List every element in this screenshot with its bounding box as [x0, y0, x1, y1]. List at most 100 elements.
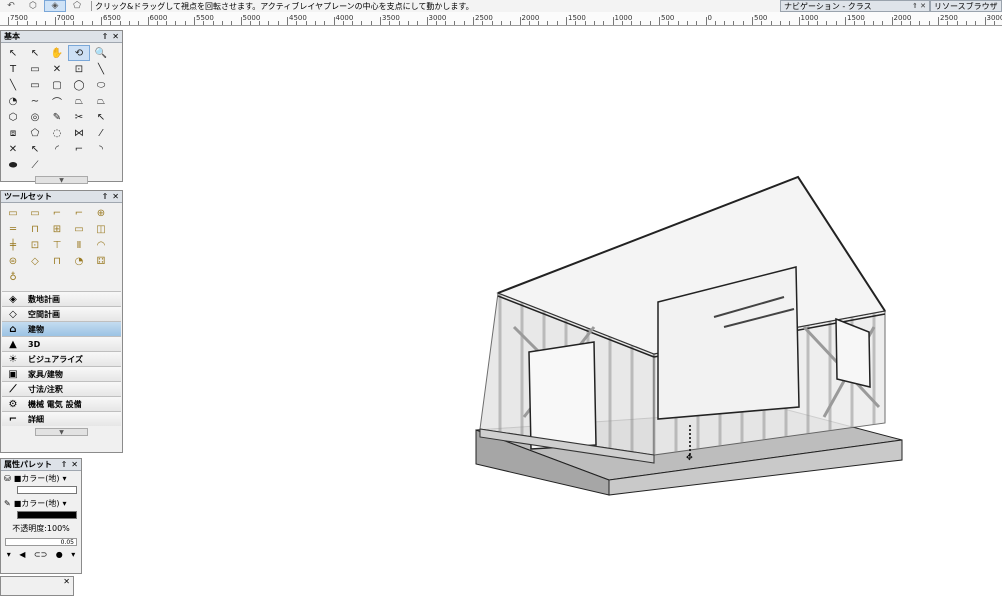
- tool-icon[interactable]: ↖: [24, 141, 46, 157]
- tool-icon[interactable]: ◯: [68, 77, 90, 93]
- basic-palette[interactable]: 基本 ⇑ ✕ ↖ ↖ ✋ ⟲ 🔍 T ▭ ✕ ⊡ ╲ ╲ ▭ ▢ ◯ ⬭ ◔ ∼ ⌒ ⏢ ⏢ ⬡ ◎ ✎ ✂ ↖ ⧈ ⬠ ◌ ⋈ ⁄ ✕ ↖ ◜…: [0, 30, 123, 184]
- tool-icon[interactable]: ✋: [46, 45, 68, 61]
- tool-icon[interactable]: ⊡: [24, 237, 46, 253]
- chevron-down-icon[interactable]: ▾: [63, 499, 67, 508]
- attribute-palette[interactable]: 属性パレット ⇑ ✕ ⛁ ■カラー(地) ▾ ✎ ■カラー(地) ▾ 不透明度:…: [0, 458, 82, 574]
- tool-icon[interactable]: ⬬: [2, 157, 24, 173]
- tool-icon[interactable]: ⋈: [68, 125, 90, 141]
- tool-icon[interactable]: ⚃: [90, 253, 112, 269]
- dot-end-icon[interactable]: ●: [56, 550, 63, 559]
- tool-icon[interactable]: ⟲: [68, 45, 90, 61]
- tool-icon[interactable]: ◔: [68, 253, 90, 269]
- toolset-item[interactable]: ◇ 空間計画: [2, 306, 121, 321]
- toolset-item[interactable]: ▲ 3D: [2, 336, 121, 351]
- tool-icon[interactable]: ⌐: [68, 205, 90, 221]
- toolset-item[interactable]: ☀ ビジュアライズ: [2, 351, 121, 366]
- tool-icon[interactable]: ✕: [2, 141, 24, 157]
- tool-icon[interactable]: ✂: [68, 109, 90, 125]
- tool-icon[interactable]: ⌒: [46, 93, 68, 109]
- tool-icon[interactable]: ◔: [2, 93, 24, 109]
- horizontal-ruler[interactable]: 7500 7000 6500 6000 5500 5000 4500 4000 3500 3000…: [0, 12, 1002, 26]
- tool-icon[interactable]: ↖: [24, 45, 46, 61]
- tool-icon[interactable]: ◎: [24, 109, 46, 125]
- drawing-canvas[interactable]: ✥: [124, 27, 1002, 596]
- chevron-down-icon[interactable]: ▾: [7, 550, 11, 559]
- tab-navigation-controls[interactable]: ⇑ ✕: [909, 2, 926, 10]
- toolset-item[interactable]: ◈ 敷地計画: [2, 291, 121, 306]
- tool-icon[interactable]: ∼: [24, 93, 46, 109]
- tool-icon[interactable]: ✕: [46, 61, 68, 77]
- chevron-down-icon[interactable]: ▾: [63, 474, 67, 483]
- line-weight-slider[interactable]: 0.05: [5, 538, 77, 546]
- toolset-item[interactable]: ⌂ 建物: [2, 321, 121, 336]
- tool-icon[interactable]: ⊜: [2, 253, 24, 269]
- tool-icon[interactable]: ▢: [46, 77, 68, 93]
- tool-icon[interactable]: ⊤: [46, 237, 68, 253]
- tool-icon[interactable]: ⧈: [2, 125, 24, 141]
- tool-icon[interactable]: ⌐: [68, 141, 90, 157]
- dock-icon[interactable]: ⇑: [102, 32, 109, 41]
- toolset-palette[interactable]: ツールセット ⇑ ✕ ▭ ▭ ⌐ ⌐ ⊕ ═ ⊓ ⊞ ▭ ◫ ╪ ⊡ ⊤ Ⅱ ◠ ⊜ ◇ ⊓ ◔ ⚃ ♁ ◈ 敷地計画 ◇ 空…: [0, 190, 123, 453]
- tool-icon[interactable]: T: [2, 61, 24, 77]
- tool-icon[interactable]: ▭: [2, 205, 24, 221]
- dock-icon[interactable]: ⇑: [102, 192, 109, 201]
- opacity-row[interactable]: 不透明度:100%: [1, 521, 81, 536]
- mini-palette[interactable]: ✕: [0, 576, 74, 596]
- tool-icon[interactable]: Ⅱ: [68, 237, 90, 253]
- close-icon[interactable]: ✕: [112, 32, 119, 41]
- view-cube-icon[interactable]: ⬡: [22, 0, 44, 12]
- tool-icon[interactable]: ▭: [68, 221, 90, 237]
- tool-icon[interactable]: ◇: [24, 253, 46, 269]
- close-icon[interactable]: ✕: [63, 577, 70, 586]
- tool-icon[interactable]: ◝: [90, 141, 112, 157]
- toolset-item[interactable]: ⟋ 寸法/注釈: [2, 381, 121, 396]
- tool-icon[interactable]: ⁄: [90, 125, 112, 141]
- tool-icon[interactable]: ↖: [2, 45, 24, 61]
- tool-icon[interactable]: ⌐: [46, 205, 68, 221]
- tool-icon[interactable]: ⬡: [2, 109, 24, 125]
- dock-icon[interactable]: ⇑: [61, 460, 68, 469]
- close-icon[interactable]: ✕: [112, 192, 119, 201]
- tab-resource-browser[interactable]: リソースブラウザ: [930, 0, 1002, 12]
- tool-icon[interactable]: ◜: [46, 141, 68, 157]
- tool-icon[interactable]: ◫: [90, 221, 112, 237]
- basic-palette-title[interactable]: 基本 ⇑ ✕: [1, 31, 122, 43]
- tool-icon[interactable]: ⊡: [68, 61, 90, 77]
- chevron-down-icon[interactable]: ▾: [71, 550, 75, 559]
- fill-row[interactable]: ⛁ ■カラー(地) ▾: [1, 471, 81, 486]
- close-icon[interactable]: ✕: [71, 460, 78, 469]
- link-icon[interactable]: ⊂⊃: [34, 550, 47, 559]
- tool-icon[interactable]: ↖: [90, 109, 112, 125]
- tool-icon[interactable]: ◌: [46, 125, 68, 141]
- tool-icon[interactable]: ⬠: [24, 125, 46, 141]
- toolset-item[interactable]: ⌐ 詳細: [2, 411, 121, 426]
- tool-icon[interactable]: ⊓: [46, 253, 68, 269]
- building-model[interactable]: ✥: [475, 175, 903, 496]
- tool-icon[interactable]: ◠: [90, 237, 112, 253]
- tool-icon[interactable]: ▭: [24, 77, 46, 93]
- tool-icon[interactable]: ⊕: [90, 205, 112, 221]
- toolset-palette-title[interactable]: ツールセット ⇑ ✕: [1, 191, 122, 203]
- tool-icon[interactable]: ╲: [90, 61, 112, 77]
- arrow-start-icon[interactable]: ◀: [19, 550, 25, 559]
- toolset-item[interactable]: ⚙ 機械 電気 設備: [2, 396, 121, 411]
- tool-icon[interactable]: ╪: [2, 237, 24, 253]
- tool-icon[interactable]: ♁: [2, 269, 24, 285]
- tool-icon[interactable]: ▭: [24, 61, 46, 77]
- tool-icon[interactable]: ⏢: [68, 93, 90, 109]
- toolset-item[interactable]: ▣ 家具/建物: [2, 366, 121, 381]
- fill-swatch[interactable]: [17, 486, 77, 494]
- tool-icon[interactable]: ▭: [24, 205, 46, 221]
- tool-icon[interactable]: ⊓: [24, 221, 46, 237]
- tool-icon[interactable]: ═: [2, 221, 24, 237]
- tab-navigation[interactable]: ナビゲーション - クラス ⇑ ✕: [780, 0, 930, 12]
- pen-swatch[interactable]: [17, 511, 77, 519]
- rotate-icon[interactable]: ↶: [0, 0, 22, 12]
- tool-icon[interactable]: ⊞: [46, 221, 68, 237]
- expand-button[interactable]: ▼: [35, 176, 88, 184]
- walkthrough-icon[interactable]: ⬠: [66, 0, 88, 12]
- flyover-icon[interactable]: ◈: [44, 0, 66, 12]
- tool-icon[interactable]: ⏢: [90, 93, 112, 109]
- attribute-palette-title[interactable]: 属性パレット ⇑ ✕: [1, 459, 81, 471]
- tool-icon[interactable]: 🔍: [90, 45, 112, 61]
